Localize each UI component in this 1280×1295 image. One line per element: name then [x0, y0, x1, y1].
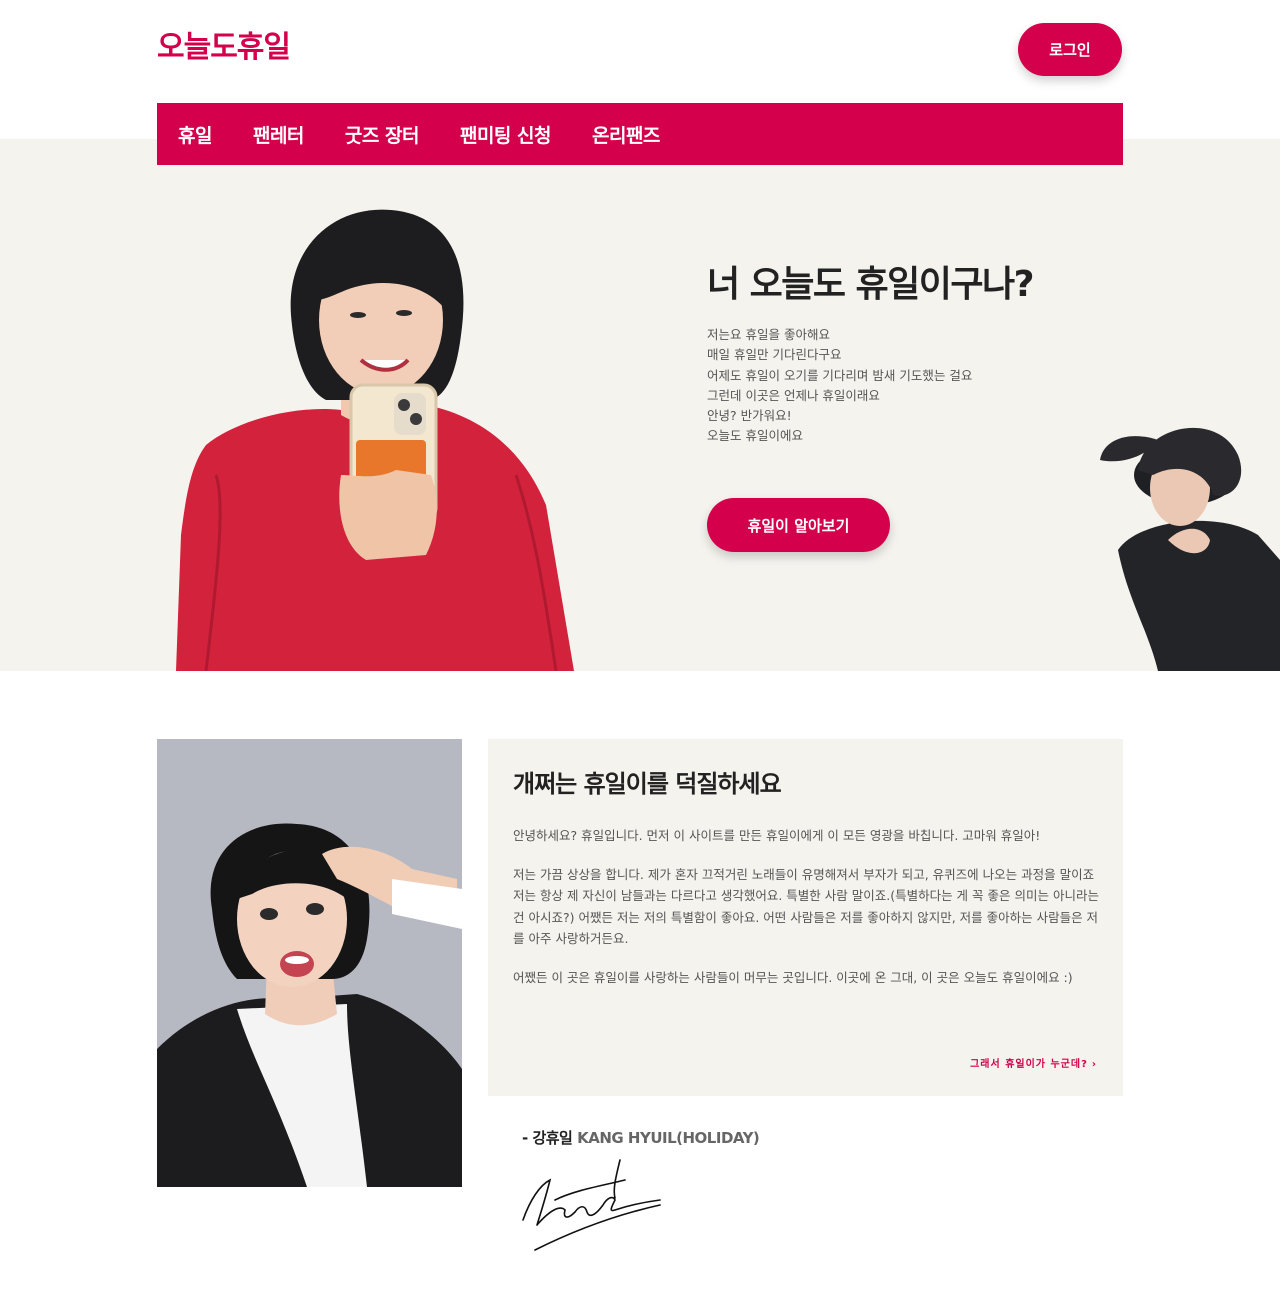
- hero-line: 그런데 이곳은 언제나 휴일이래요: [707, 387, 880, 403]
- hero-person-image: [176, 209, 574, 671]
- signature-name-ko: - 강휴일: [522, 1129, 573, 1147]
- nav-item-goods-market[interactable]: 굿즈 장터: [345, 121, 420, 148]
- hero-line: 어제도 휴일이 오기를 기다리며 밤새 기도했는 걸요: [707, 367, 973, 383]
- nav-item-hyuil[interactable]: 휴일: [178, 121, 212, 148]
- hero-description: 저는요 휴일을 좋아해요 매일 휴일만 기다린다구요 어제도 휴일이 오기를 기…: [707, 325, 972, 447]
- profile-photo: [157, 739, 462, 1187]
- intro-paragraph: 안녕하세요? 휴일입니다. 먼저 이 사이트를 만든 휴일이에게 이 모든 영광…: [513, 828, 1041, 843]
- hero-line: 매일 휴일만 기다린다구요: [707, 347, 842, 363]
- hero-line: 저는요 휴일을 좋아해요: [707, 327, 830, 342]
- signature-image: [522, 1159, 661, 1251]
- login-button[interactable]: 로그인: [1018, 23, 1122, 76]
- nav-item-fan-letter[interactable]: 팬레터: [253, 121, 304, 148]
- intro-paragraph: 저는 가끔 상상을 합니다. 제가 혼자 끄적거린 노래들이 유명해져서 부자가…: [513, 866, 1099, 947]
- chevron-right-icon: ›: [1091, 1059, 1097, 1070]
- intro-paragraph: 어쨌든 이 곳은 휴일이를 사랑하는 사람들이 머무는 곳입니다. 이곳에 온 …: [513, 969, 1073, 985]
- hero-line: 오늘도 휴일이에요: [707, 428, 803, 444]
- hero-side-person-image: [1100, 427, 1280, 671]
- who-is-hyuil-link[interactable]: 그래서 휴일이가 누군데? ›: [970, 1055, 1097, 1070]
- learn-more-button[interactable]: 휴일이 알아보기: [707, 498, 890, 552]
- nav-item-only-fans[interactable]: 온리팬즈: [592, 121, 660, 148]
- signature-name-en: KANG HYUIL(HOLIDAY): [577, 1129, 760, 1147]
- profile-photo-illustration: [157, 739, 462, 1187]
- who-is-hyuil-link-label: 그래서 휴일이가 누군데?: [970, 1059, 1088, 1070]
- nav-item-fan-meeting[interactable]: 팬미팅 신청: [460, 121, 552, 148]
- signature-name: - 강휴일 KANG HYUIL(HOLIDAY): [522, 1127, 760, 1148]
- site-logo[interactable]: 오늘도휴일: [157, 22, 291, 66]
- intro-body: 안녕하세요? 휴일입니다. 먼저 이 사이트를 만든 휴일이에게 이 모든 영광…: [513, 825, 1103, 1005]
- hero-line: 안녕? 반가워요!: [707, 408, 792, 424]
- intro-title: 개쩌는 휴일이를 덕질하세요: [513, 770, 782, 798]
- intro-card: 개쩌는 휴일이를 덕질하세요 안녕하세요? 휴일입니다. 먼저 이 사이트를 만…: [488, 739, 1123, 1096]
- hero-title: 너 오늘도 휴일이구나?: [707, 264, 1035, 305]
- main-nav: 휴일 팬레터 굿즈 장터 팬미팅 신청 온리팬즈: [157, 103, 1123, 165]
